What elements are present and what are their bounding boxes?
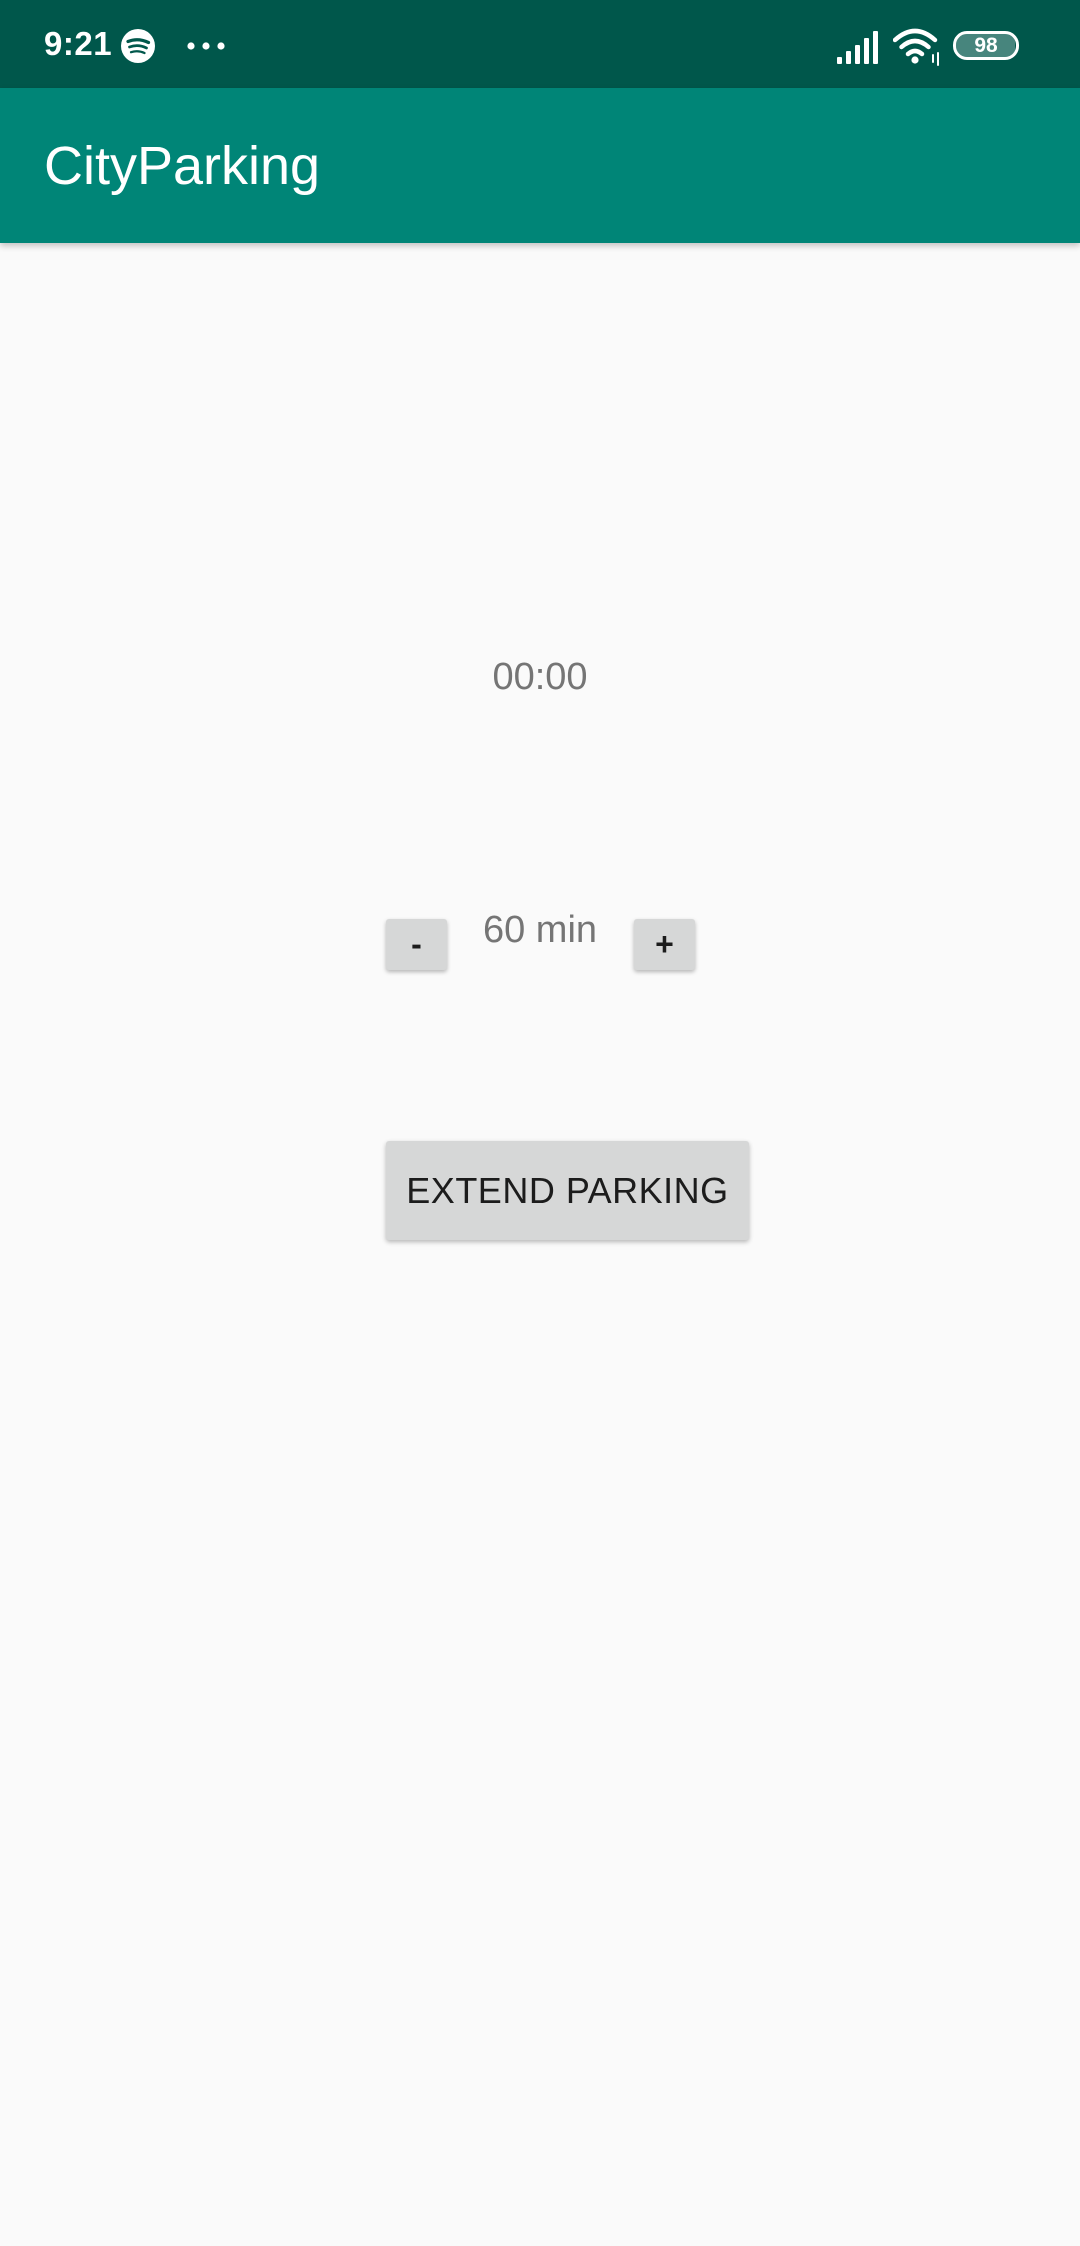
battery-icon: 98 [953,31,1019,60]
decrement-button[interactable]: - [386,919,447,970]
extend-parking-button[interactable]: EXTEND PARKING [386,1141,749,1240]
timer-display: 00:00 [492,656,588,698]
status-bar: 9:21 98 [0,0,1080,88]
signal-icon [837,31,878,64]
duration-display: 60 min [482,909,598,951]
spotify-icon [121,29,155,63]
app-title: CityParking [44,136,321,196]
battery-level: 98 [974,34,998,57]
status-time: 9:21 [44,25,113,62]
increment-button[interactable]: + [634,919,695,970]
wifi-icon [893,28,939,66]
more-dots-icon [187,42,225,50]
app-bar: CityParking [0,88,1080,243]
